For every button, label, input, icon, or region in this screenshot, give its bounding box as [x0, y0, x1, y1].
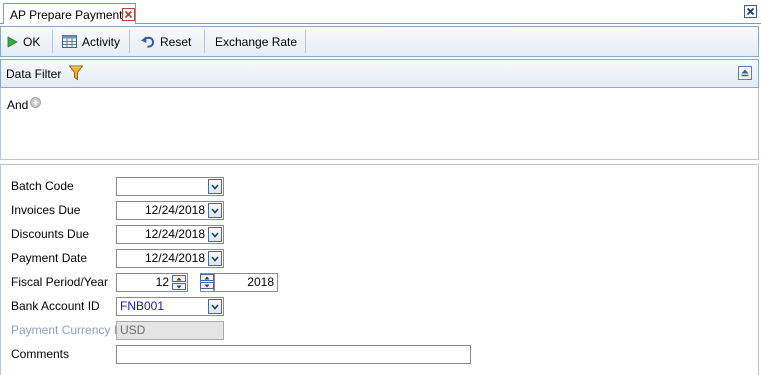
fiscal-period-stepper[interactable]: 12: [116, 273, 188, 292]
window-close-icon[interactable]: [744, 5, 757, 18]
toolbar: OK Activity Reset Exchange Rate: [0, 26, 759, 57]
comments-label: Comments: [11, 347, 70, 361]
fiscal-year-value: 2018: [247, 275, 274, 289]
spin-up-icon[interactable]: [200, 274, 214, 281]
activity-button[interactable]: Activity: [56, 27, 126, 56]
toolbar-separator: [204, 30, 205, 53]
undo-icon: [141, 36, 155, 48]
bank-account-id-select[interactable]: FNB001: [116, 297, 224, 316]
fiscal-period-value: 12: [155, 275, 169, 289]
exchange-rate-button[interactable]: Exchange Rate: [209, 27, 303, 56]
tab-title: AP Prepare Payments: [10, 8, 129, 22]
chevron-down-icon[interactable]: [208, 203, 222, 218]
batch-code-field[interactable]: [116, 177, 224, 196]
add-condition-icon[interactable]: [30, 97, 41, 108]
data-filter-title: Data Filter: [6, 67, 62, 81]
tab-close-icon[interactable]: [122, 8, 135, 21]
spin-down-icon[interactable]: [200, 282, 214, 289]
reset-button[interactable]: Reset: [134, 27, 197, 56]
bank-account-id-value: FNB001: [120, 299, 165, 313]
chevron-down-icon[interactable]: [208, 299, 222, 314]
grid-icon: [62, 35, 77, 48]
play-icon: [7, 35, 18, 48]
fiscal-year-field[interactable]: 2018: [214, 273, 278, 292]
bank-account-id-label: Bank Account ID: [11, 299, 100, 313]
and-operator-label[interactable]: And: [7, 98, 28, 112]
payment-date-field[interactable]: 12/24/2018: [116, 249, 224, 268]
invoices-due-label: Invoices Due: [11, 203, 81, 217]
chevron-down-icon[interactable]: [208, 179, 222, 194]
toolbar-separator: [305, 30, 306, 53]
period-spin-buttons[interactable]: [172, 275, 186, 290]
payment-date-label: Payment Date: [11, 251, 88, 265]
discounts-due-date-field[interactable]: 12/24/2018: [116, 225, 224, 244]
fiscal-year-spin-buttons[interactable]: [200, 273, 214, 292]
spin-down-icon[interactable]: [172, 283, 186, 290]
comments-field[interactable]: [116, 345, 471, 364]
ok-button-label: OK: [23, 34, 41, 49]
batch-code-label: Batch Code: [11, 179, 74, 193]
payment-currency-id-label: Payment Currency ID: [11, 323, 126, 337]
chevron-down-icon[interactable]: [208, 251, 222, 266]
reset-button-label: Reset: [160, 34, 192, 49]
exchange-rate-button-label: Exchange Rate: [215, 34, 298, 49]
tab-ap-prepare-payments[interactable]: AP Prepare Payments: [3, 3, 136, 24]
funnel-icon[interactable]: [69, 65, 83, 81]
chevron-down-icon[interactable]: [208, 227, 222, 242]
discounts-due-value: 12/24/2018: [144, 227, 205, 241]
spin-up-icon[interactable]: [172, 275, 186, 282]
fiscal-period-year-label: Fiscal Period/Year: [11, 275, 108, 289]
prepare-payments-form: [0, 164, 759, 375]
data-filter-area: And: [0, 88, 759, 160]
activity-button-label: Activity: [82, 34, 121, 49]
ok-button[interactable]: OK: [1, 27, 46, 56]
data-filter-header: Data Filter: [0, 59, 759, 88]
toolbar-separator: [52, 30, 53, 53]
payment-currency-id-value: USD: [120, 323, 146, 337]
toolbar-separator: [129, 30, 130, 53]
payment-currency-id-field: USD: [116, 321, 224, 340]
payment-date-value: 12/24/2018: [144, 251, 205, 265]
invoices-due-date-field[interactable]: 12/24/2018: [116, 201, 224, 220]
collapse-panel-icon[interactable]: [738, 66, 752, 80]
invoices-due-value: 12/24/2018: [144, 203, 205, 217]
discounts-due-label: Discounts Due: [11, 227, 90, 241]
